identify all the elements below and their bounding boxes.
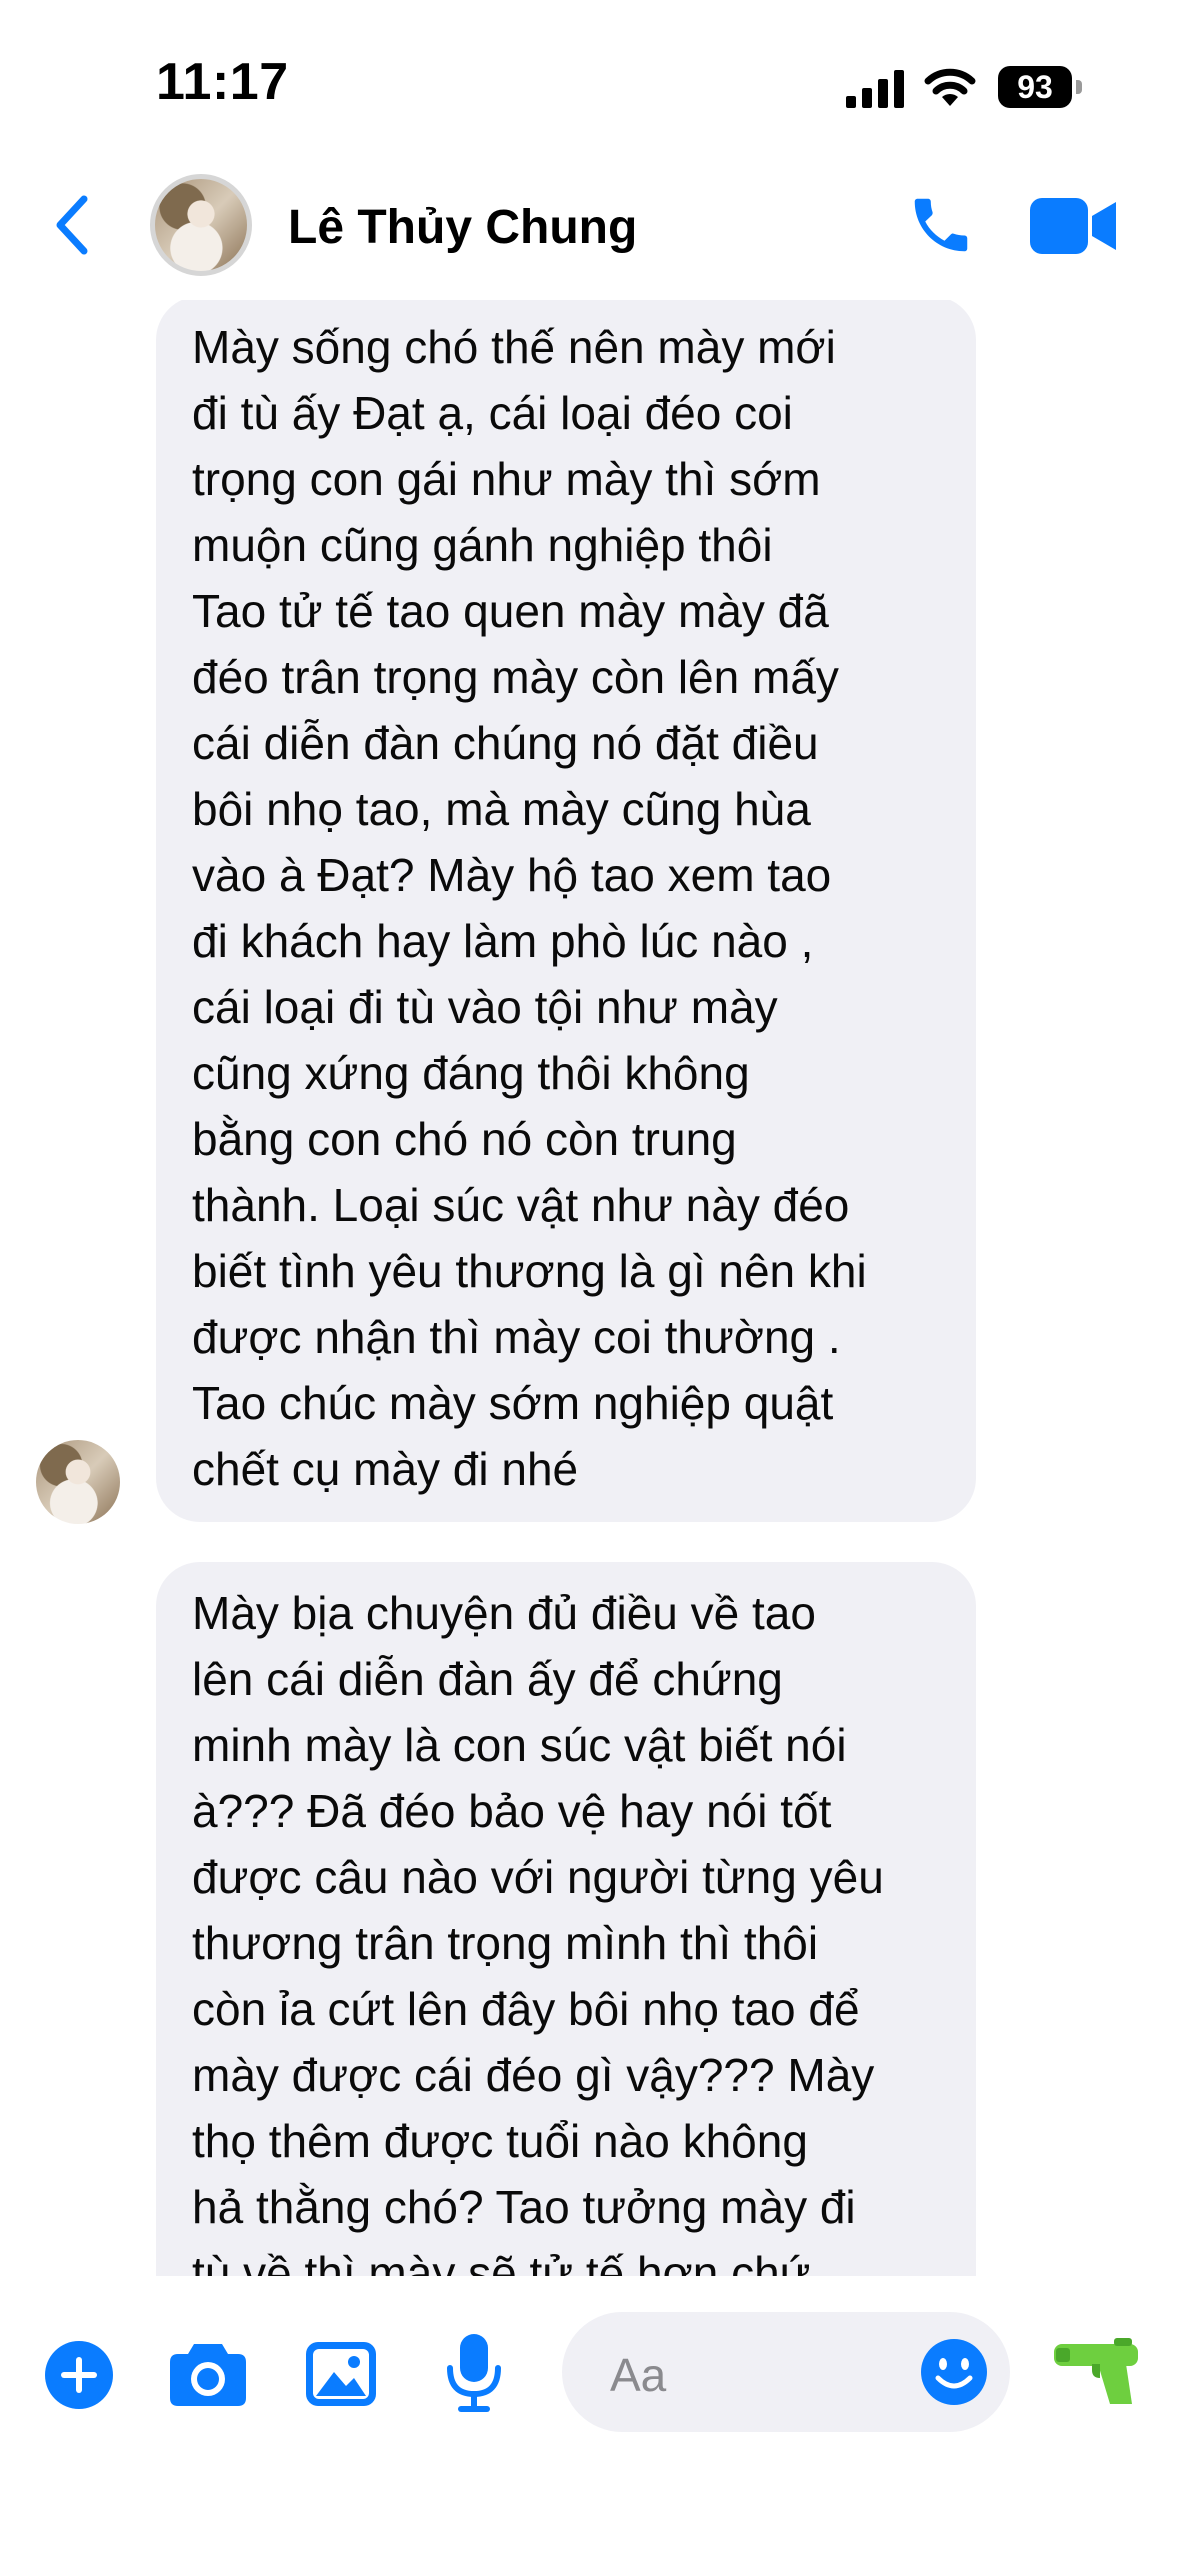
input-placeholder: Aa [610, 2349, 667, 2401]
smiley-icon[interactable] [920, 2338, 988, 2406]
video-camera-icon[interactable] [1030, 198, 1116, 254]
contact-name[interactable]: Lê Thủy Chung [288, 200, 637, 255]
chat-header: Lê Thủy Chung [0, 150, 1179, 300]
status-time: 11:17 [156, 53, 289, 111]
status-bar: 11:17 93 [0, 0, 1179, 150]
message-bubble[interactable]: Mày bịa chuyện đủ điều về tao lên cái di… [156, 1562, 976, 2276]
messenger-chat-screen: 11:17 93 Lê Thủy Chung Mày sống chó thế … [0, 0, 1179, 2556]
chevron-left-icon[interactable] [52, 195, 92, 255]
message-bubble[interactable]: Mày sống chó thế nên mày mới đi tù ấy Đạ… [156, 300, 976, 1522]
battery-level: 93 [998, 66, 1072, 108]
message-input[interactable]: Aa [562, 2312, 1010, 2432]
sender-avatar[interactable] [36, 1440, 120, 1524]
contact-avatar[interactable] [150, 174, 252, 276]
cellular-signal-icon [846, 70, 904, 108]
plus-circle-icon[interactable] [44, 2340, 114, 2410]
microphone-icon[interactable] [446, 2334, 502, 2412]
camera-icon[interactable] [170, 2340, 246, 2406]
battery-cap [1076, 80, 1082, 94]
photo-icon[interactable] [306, 2342, 376, 2406]
message-list[interactable]: Mày sống chó thế nên mày mới đi tù ấy Đạ… [0, 300, 1179, 2276]
message-composer: Aa [0, 2276, 1179, 2556]
phone-icon[interactable] [906, 190, 976, 260]
water-gun-icon[interactable] [1054, 2338, 1138, 2406]
wifi-icon [924, 68, 976, 106]
